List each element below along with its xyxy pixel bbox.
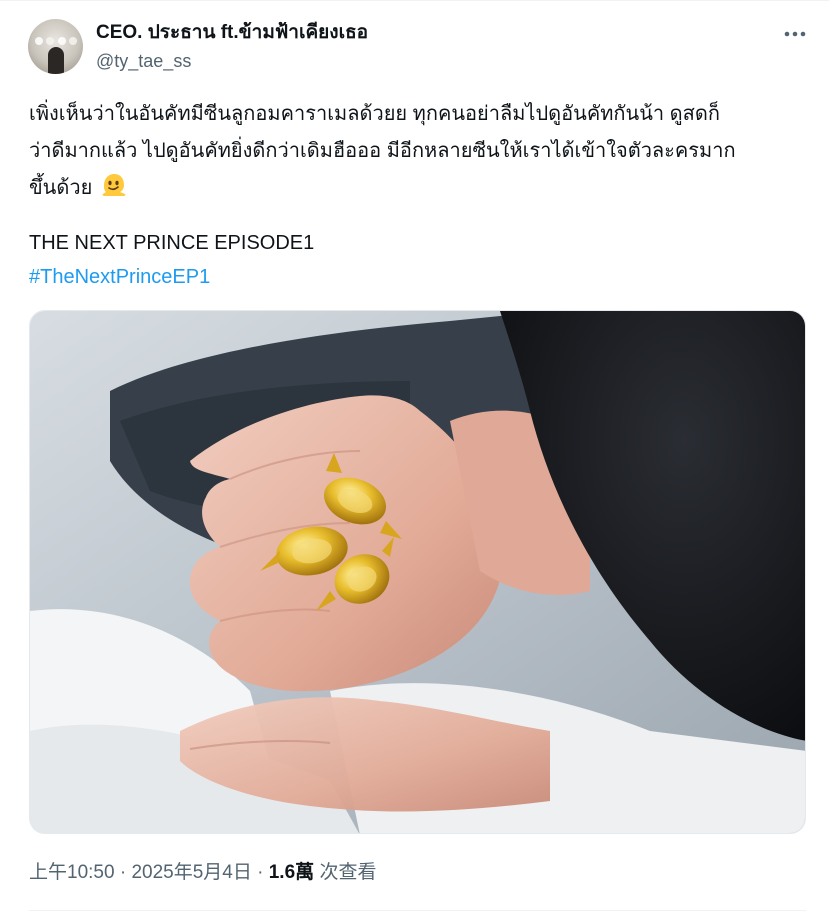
- avatar-figure: [48, 47, 64, 74]
- top-divider: [0, 0, 829, 1]
- media-photo: [30, 311, 805, 833]
- tweet-time[interactable]: 上午10:50: [29, 862, 115, 883]
- tweet-meta: 上午10:50 · 2025年5月4日 · 1.6萬 次查看: [29, 859, 376, 887]
- hashtag-link[interactable]: #TheNextPrinceEP1: [29, 261, 210, 293]
- tweet-media-image[interactable]: [29, 310, 806, 834]
- tweet-text-line-1: เพิ่งเห็นว่าในอันคัทมีซีนลูกอมคาราเมลด้ว…: [29, 103, 720, 125]
- meta-separator: ·: [114, 862, 132, 883]
- author-handle[interactable]: @ty_tae_ss: [96, 48, 368, 74]
- more-horizontal-icon: [784, 31, 806, 37]
- tweet: CEO. ประธาน ft.ข้ามฟ้าเคียงเธอ @ty_tae_s…: [0, 0, 829, 917]
- avatar-decoration: [35, 37, 77, 45]
- tweet-header: CEO. ประธาน ft.ข้ามฟ้าเคียงเธอ @ty_tae_s…: [96, 20, 368, 74]
- bottom-divider: [29, 910, 806, 911]
- tweet-text-line-2: ว่าดีมากแล้ว ไปดูอันคัทยิ่งดีกว่าเดิมฮือ…: [29, 140, 736, 162]
- tweet-text-line-3: ขึ้นด้วย: [29, 177, 93, 199]
- meta-separator: ·: [251, 862, 269, 883]
- melting-face-emoji: [100, 171, 128, 212]
- views-count: 1.6萬: [268, 862, 315, 883]
- avatar[interactable]: [28, 19, 83, 74]
- tweet-date[interactable]: 2025年5月4日: [131, 862, 251, 883]
- tweet-text: เพิ่งเห็นว่าในอันคัทมีซีนลูกอมคาราเมลด้ว…: [29, 96, 819, 212]
- episode-title: THE NEXT PRINCE EPISODE1: [29, 232, 315, 254]
- views-label: 次查看: [319, 862, 377, 883]
- more-button[interactable]: [778, 22, 812, 46]
- author-display-name[interactable]: CEO. ประธาน ft.ข้ามฟ้าเคียงเธอ: [96, 20, 368, 46]
